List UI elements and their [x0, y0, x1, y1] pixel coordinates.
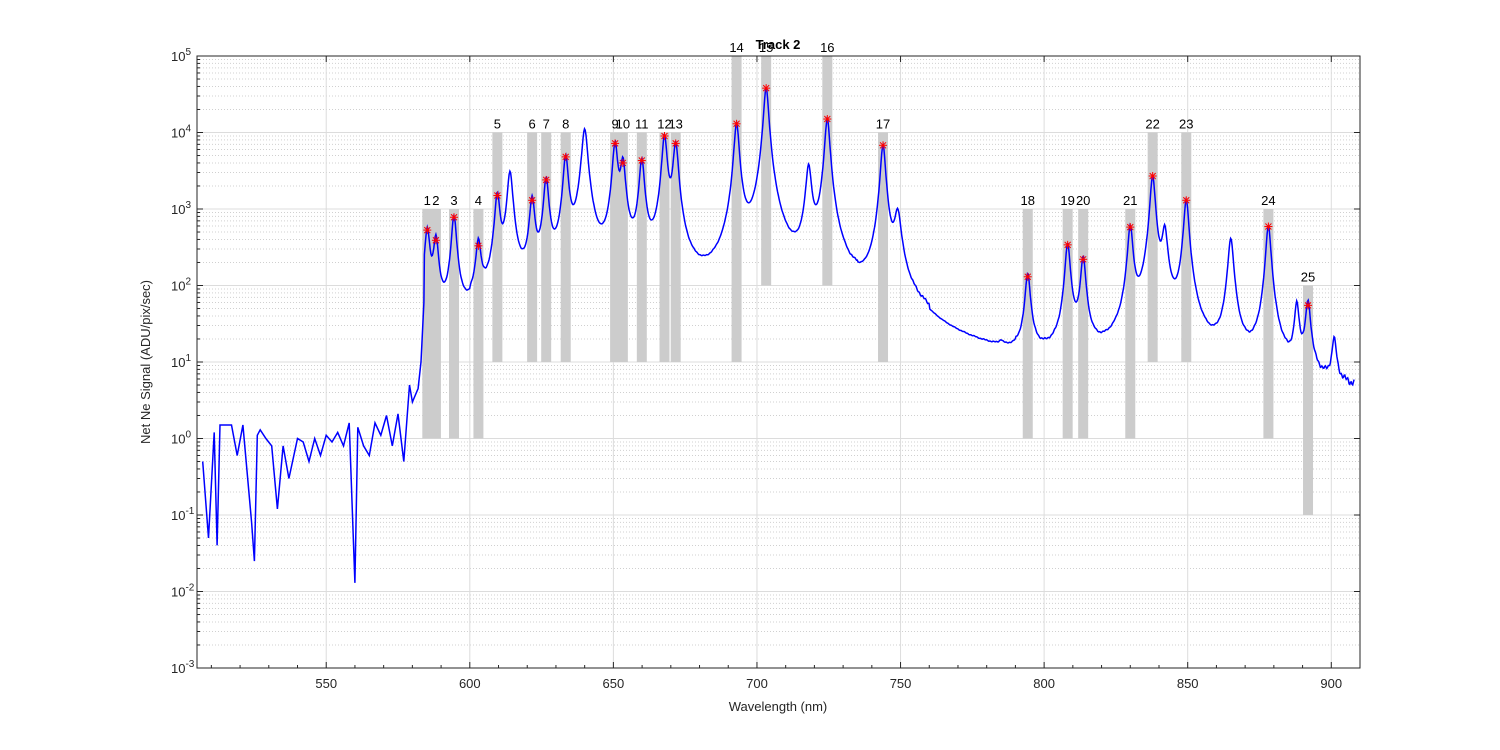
peak-band — [1022, 209, 1033, 439]
x-tick-label: 600 — [459, 676, 481, 691]
peak-band — [560, 132, 571, 362]
peak-label: 1 — [424, 193, 431, 208]
peak-marker — [1264, 222, 1273, 231]
peak-label: 22 — [1145, 117, 1159, 132]
peak-marker — [528, 196, 537, 205]
peak-marker — [1182, 196, 1191, 205]
peak-label: 13 — [668, 117, 682, 132]
peak-label: 8 — [562, 117, 569, 132]
peak-label: 7 — [543, 117, 550, 132]
peak-marker — [431, 236, 440, 245]
peak-band — [731, 56, 742, 362]
x-axis-label: Wavelength (nm) — [729, 699, 828, 714]
peak-label: 23 — [1179, 117, 1193, 132]
x-tick-label: 800 — [1033, 676, 1055, 691]
peak-marker — [611, 139, 620, 148]
peak-label: 5 — [494, 117, 501, 132]
peak-band — [878, 132, 889, 362]
peak-band — [422, 209, 433, 439]
peak-label: 6 — [528, 117, 535, 132]
peak-label: 10 — [616, 117, 630, 132]
peak-label: 18 — [1021, 193, 1035, 208]
peak-band — [527, 132, 538, 362]
peak-label: 19 — [1060, 193, 1074, 208]
peak-marker — [423, 226, 432, 235]
x-tick-label: 900 — [1320, 676, 1342, 691]
spectrum-chart: 550 600 650 700 750 800 850 90010-310-210-11001… — [0, 0, 1500, 750]
peak-band — [1147, 132, 1158, 362]
peak-label: 16 — [820, 40, 834, 55]
x-tick-label: 750 — [890, 676, 912, 691]
x-tick-label: 550 — [315, 676, 337, 691]
peak-marker — [450, 213, 459, 222]
peak-band — [492, 132, 503, 362]
peak-label: 17 — [876, 117, 890, 132]
peak-marker — [1126, 223, 1135, 232]
peak-marker — [1079, 255, 1088, 264]
peak-marker — [762, 84, 771, 93]
peak-label: 14 — [729, 40, 743, 55]
peak-marker — [1023, 272, 1032, 281]
chart-title: Track 2 — [756, 37, 801, 52]
x-tick-label: 850 — [1177, 676, 1199, 691]
peak-label: 24 — [1261, 193, 1275, 208]
peak-marker — [1148, 172, 1157, 181]
peak-label: 4 — [475, 193, 482, 208]
peak-marker — [542, 175, 551, 184]
peak-marker — [561, 152, 570, 161]
peak-label: 3 — [450, 193, 457, 208]
peak-label: 11 — [635, 117, 649, 132]
peak-band — [1125, 209, 1136, 439]
x-tick-label: 650 — [603, 676, 625, 691]
peak-marker — [879, 141, 888, 150]
peak-label: 2 — [432, 193, 439, 208]
peak-marker — [1063, 240, 1072, 249]
peak-band — [1303, 285, 1314, 515]
peak-marker — [637, 156, 646, 165]
peak-marker — [1304, 301, 1313, 310]
peak-band — [636, 132, 647, 362]
peak-band — [822, 56, 833, 286]
peak-band — [541, 132, 552, 362]
peak-band — [1181, 132, 1192, 362]
peak-marker — [823, 115, 832, 124]
x-tick-label: 700 — [746, 676, 768, 691]
peak-band — [1078, 209, 1089, 439]
peak-label: 21 — [1123, 193, 1137, 208]
peak-label: 25 — [1301, 270, 1315, 285]
peak-band — [1263, 209, 1274, 439]
y-axis-label: Net Ne Signal (ADU/pix/sec) — [138, 280, 153, 444]
peak-marker — [671, 139, 680, 148]
peak-marker — [732, 119, 741, 128]
peak-marker — [493, 191, 502, 200]
peak-marker — [618, 158, 627, 167]
peak-marker — [660, 132, 669, 141]
peak-label: 20 — [1076, 193, 1090, 208]
peak-marker — [474, 241, 483, 250]
